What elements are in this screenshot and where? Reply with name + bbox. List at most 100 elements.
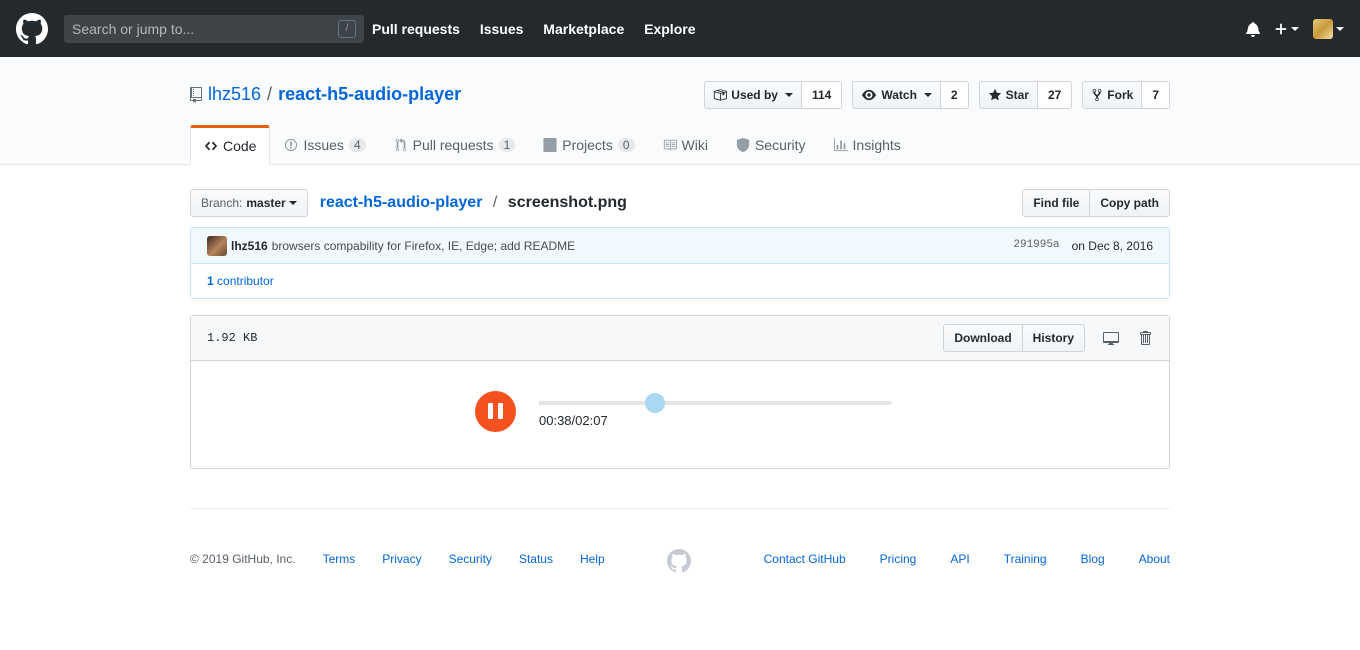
nav-issues[interactable]: Issues — [480, 21, 524, 37]
footer-link-status[interactable]: Status — [519, 552, 553, 566]
avatar[interactable] — [207, 235, 227, 256]
path-separator: / — [492, 194, 498, 211]
search-input[interactable]: Search or jump to... / — [64, 14, 364, 43]
contributors-link[interactable]: 1 contributor — [207, 274, 274, 288]
tab-projects[interactable]: Projects 0 — [529, 125, 648, 165]
branch-value: master — [246, 196, 286, 210]
chevron-down-icon — [1291, 26, 1299, 31]
commit-author-link[interactable]: lhz516 — [231, 239, 268, 253]
fork-count[interactable]: 7 — [1142, 81, 1170, 109]
trash-icon[interactable] — [1137, 330, 1153, 346]
tab-wiki[interactable]: Wiki — [649, 125, 722, 165]
footer-link-about[interactable]: About — [1139, 552, 1170, 566]
tab-label: Pull requests — [412, 137, 494, 153]
file-actions: Find file Copy path — [1022, 189, 1170, 217]
pause-bar-icon — [488, 403, 493, 419]
progress-track[interactable] — [539, 393, 892, 413]
watch-group: Watch 2 — [852, 81, 969, 109]
fork-group: Fork 7 — [1082, 81, 1170, 109]
bell-icon[interactable] — [1246, 21, 1260, 37]
tab-code[interactable]: Code — [190, 125, 271, 165]
download-button[interactable]: Download — [943, 324, 1023, 352]
repo-header: lhz516 / react-h5-audio-player Used by 1… — [0, 57, 1360, 165]
tab-security[interactable]: Security — [722, 125, 820, 165]
contributors-label: contributor — [217, 274, 274, 288]
repo-name-link[interactable]: react-h5-audio-player — [278, 84, 461, 105]
desktop-icon[interactable] — [1103, 330, 1119, 346]
file-viewer: 1.92 KB Download History 00:38/02:07 — [190, 315, 1170, 469]
tab-count: 0 — [617, 138, 635, 152]
find-file-button[interactable]: Find file — [1022, 189, 1091, 217]
global-nav: Pull requests Issues Marketplace Explore — [372, 21, 711, 37]
branch-label: Branch: — [201, 196, 243, 210]
chevron-down-icon — [784, 93, 793, 97]
tab-label: Wiki — [681, 137, 708, 153]
breadcrumb-repo-link[interactable]: react-h5-audio-player — [320, 194, 483, 211]
progress-knob[interactable] — [645, 393, 666, 413]
repo-owner-link[interactable]: lhz516 — [208, 84, 261, 105]
chevron-down-icon — [1336, 26, 1344, 31]
contributors-count: 1 — [207, 274, 214, 288]
user-menu-button[interactable] — [1313, 18, 1344, 39]
file-header: 1.92 KB Download History — [191, 316, 1169, 361]
breadcrumb: react-h5-audio-player / screenshot.png — [320, 194, 627, 212]
commit-sha-link[interactable]: 291995a — [1013, 239, 1059, 253]
repo-title: lhz516 / react-h5-audio-player — [190, 84, 461, 105]
star-label: Star — [1005, 88, 1029, 102]
eye-icon — [862, 89, 877, 101]
footer-link-api[interactable]: API — [950, 552, 969, 566]
repo-icon — [190, 86, 202, 103]
tab-count: 1 — [498, 138, 516, 152]
nav-marketplace[interactable]: Marketplace — [543, 21, 624, 37]
repo-tabs: Code Issues 4 Pull requests 1 Projects 0… — [190, 125, 915, 165]
chevron-down-icon — [923, 93, 932, 97]
watch-button[interactable]: Watch — [852, 81, 941, 109]
footer-link-terms[interactable]: Terms — [323, 552, 356, 566]
star-count[interactable]: 27 — [1037, 81, 1073, 109]
pull-request-icon — [395, 138, 406, 152]
used-by-button[interactable]: Used by — [704, 81, 802, 109]
path-separator: / — [267, 84, 273, 104]
copy-path-button[interactable]: Copy path — [1090, 189, 1170, 217]
issue-icon — [285, 138, 298, 152]
chevron-down-icon — [288, 201, 297, 205]
nav-pull-requests[interactable]: Pull requests — [372, 21, 460, 37]
package-icon — [714, 89, 728, 101]
footer-link-contact[interactable]: Contact GitHub — [764, 552, 846, 566]
graph-icon — [833, 138, 848, 152]
branch-selector[interactable]: Branch: master — [190, 189, 308, 217]
footer-link-privacy[interactable]: Privacy — [382, 552, 421, 566]
nav-explore[interactable]: Explore — [644, 21, 695, 37]
tab-label: Insights — [852, 137, 901, 153]
github-mark-icon[interactable] — [667, 549, 691, 573]
star-button[interactable]: Star — [978, 81, 1038, 109]
tab-issues[interactable]: Issues 4 — [270, 125, 379, 165]
footer-copyright: © 2019 GitHub, Inc. — [190, 552, 296, 566]
tab-pull-requests[interactable]: Pull requests 1 — [380, 125, 530, 165]
footer-link-security[interactable]: Security — [449, 552, 492, 566]
watch-label: Watch — [881, 88, 917, 102]
create-new-button[interactable] — [1274, 22, 1299, 36]
pause-bar-icon — [498, 403, 503, 419]
used-by-count[interactable]: 114 — [801, 81, 843, 109]
pause-button[interactable] — [475, 391, 516, 432]
history-button[interactable]: History — [1022, 324, 1085, 352]
file-size: 1.92 KB — [207, 331, 258, 345]
repo-actions: Used by 114 Watch 2 Star 27 Fork 7 — [704, 81, 1170, 109]
commit-message-link[interactable]: browsers compability for Firefox, IE, Ed… — [272, 239, 575, 253]
footer-link-help[interactable]: Help — [580, 552, 605, 566]
footer-link-training[interactable]: Training — [1004, 552, 1047, 566]
tab-insights[interactable]: Insights — [820, 125, 915, 165]
footer-right-links: Contact GitHub Pricing API Training Blog… — [764, 552, 1170, 566]
avatar — [1313, 18, 1333, 39]
used-by-label: Used by — [731, 88, 778, 102]
slash-key-hint: / — [338, 19, 356, 38]
footer-link-blog[interactable]: Blog — [1081, 552, 1105, 566]
commit-tease: lhz516 browsers compability for Firefox,… — [190, 227, 1170, 299]
fork-button[interactable]: Fork — [1082, 81, 1143, 109]
watch-count[interactable]: 2 — [940, 81, 969, 109]
top-navbar: Search or jump to... / Pull requests Iss… — [0, 0, 1360, 57]
github-logo-icon[interactable] — [16, 12, 48, 45]
top-right-actions — [1246, 18, 1344, 39]
footer-link-pricing[interactable]: Pricing — [880, 552, 917, 566]
